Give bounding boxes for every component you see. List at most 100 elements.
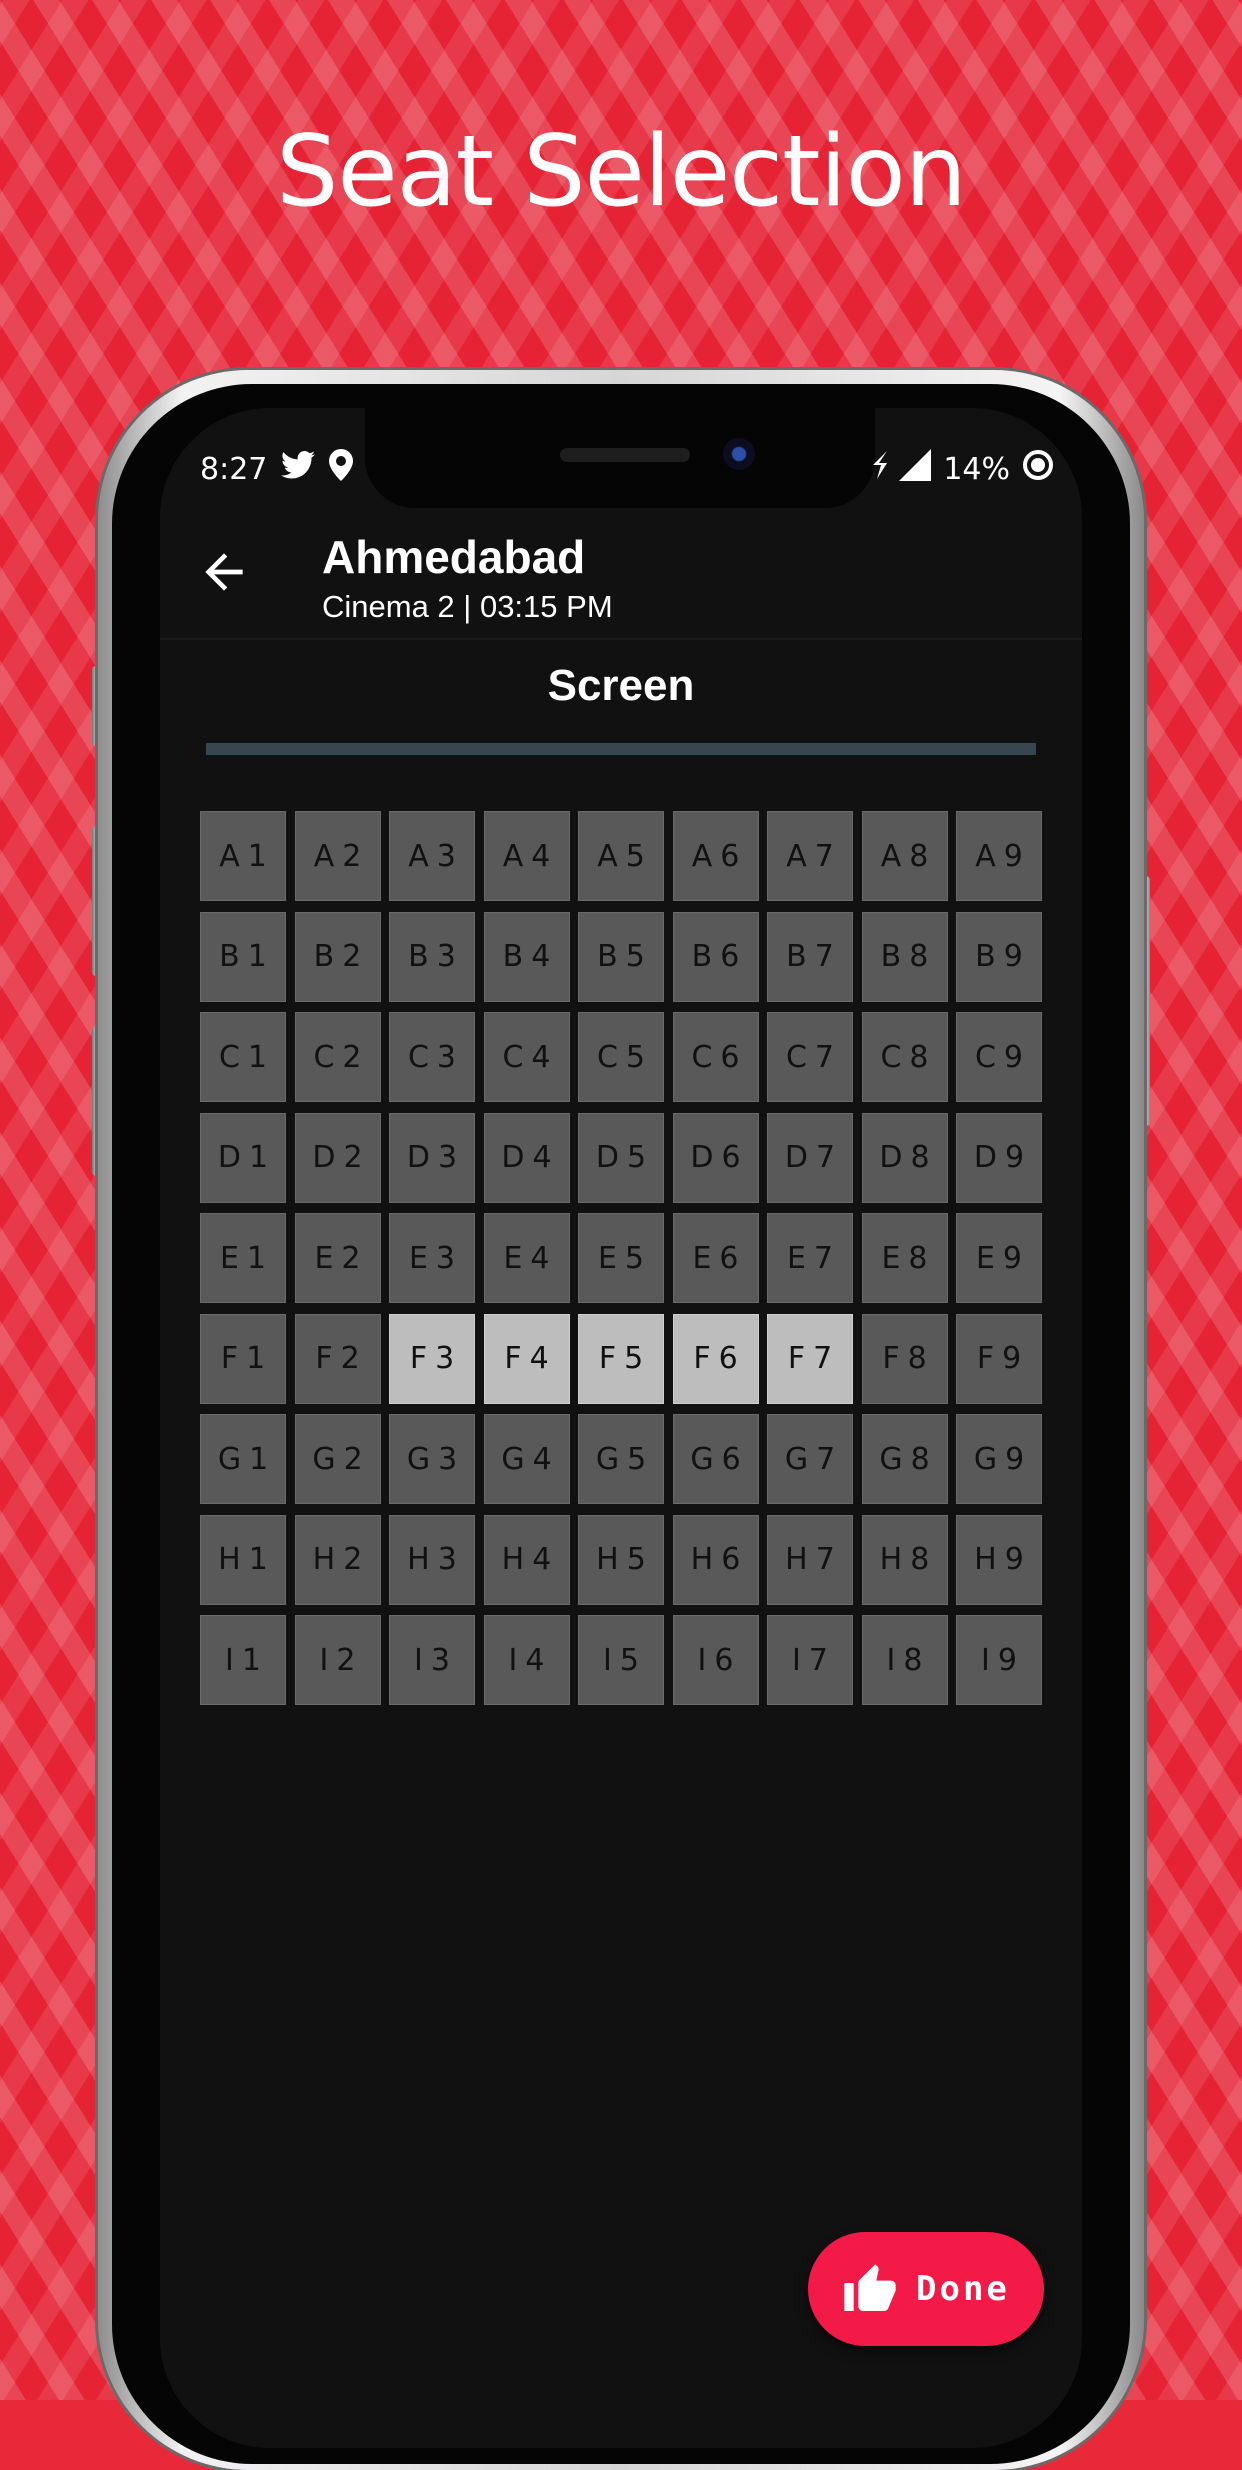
seat-e6[interactable]: E6 [672,1213,759,1303]
cell-signal-icon [899,448,932,492]
seat-g1[interactable]: G1 [200,1414,286,1504]
battery-percent: 14% [943,452,1010,487]
seat-a8[interactable]: A8 [861,811,948,901]
seat-a1[interactable]: A1 [200,811,286,901]
seat-a2[interactable]: A2 [294,811,381,901]
page-title: Ahmedabad [322,531,586,583]
seat-f6[interactable]: F6 [672,1313,759,1404]
seat-a3[interactable]: A3 [389,811,475,901]
seat-f5[interactable]: F5 [578,1313,664,1404]
seat-f9[interactable]: F9 [956,1313,1042,1404]
seat-d1[interactable]: D1 [200,1112,286,1203]
seat-grid: A1 A2 A3 A4 A5 A6 A7 A8 A9 B1 B2 B3 B4 B5 B6 B7 B8 B9 C1 C2… [200,811,1044,1705]
seat-g2[interactable]: G2 [294,1414,381,1504]
seat-g4[interactable]: G4 [483,1414,570,1504]
seat-f8[interactable]: F8 [861,1313,948,1404]
seat-g7[interactable]: G7 [767,1414,853,1504]
seat-a5[interactable]: A5 [578,811,664,901]
seat-c2[interactable]: C2 [294,1012,381,1102]
seat-i8[interactable]: I8 [861,1615,948,1705]
seat-e1[interactable]: E1 [200,1213,286,1303]
promo-headline: Seat Selection [276,115,967,229]
seat-b3[interactable]: B3 [389,911,475,1002]
seat-g5[interactable]: G5 [578,1414,664,1504]
app-bar: Ahmedabad Cinema 2 | 03:15 PM [160,508,1082,640]
seat-d4[interactable]: D4 [483,1112,570,1203]
app-screen: 8:27 14% Ahmedabad Cinema 2 | 03:15 PM S… [160,408,1082,2448]
seat-d9[interactable]: D9 [956,1112,1042,1203]
status-bar-left: 8:27 [200,448,354,492]
arrow-back-icon[interactable] [196,544,252,600]
seat-h5[interactable]: H5 [578,1514,664,1605]
seat-c8[interactable]: C8 [861,1012,948,1102]
seat-h4[interactable]: H4 [483,1514,570,1605]
seat-d6[interactable]: D6 [672,1112,759,1203]
seat-f2[interactable]: F2 [294,1313,381,1404]
seat-i4[interactable]: I4 [483,1615,570,1705]
seat-b5[interactable]: B5 [578,911,664,1002]
seat-f4[interactable]: F4 [483,1313,570,1404]
seat-h6[interactable]: H6 [672,1514,759,1605]
seat-i6[interactable]: I6 [672,1615,759,1705]
seat-e7[interactable]: E7 [767,1213,853,1303]
seat-e3[interactable]: E3 [389,1213,475,1303]
seat-b9[interactable]: B9 [956,911,1042,1002]
location-pin-icon [329,448,354,492]
seat-a4[interactable]: A4 [483,811,570,901]
seat-c9[interactable]: C9 [956,1012,1042,1102]
speaker-grille [560,448,690,462]
seat-a9[interactable]: A9 [956,811,1042,901]
seat-i9[interactable]: I9 [956,1615,1042,1705]
seat-i3[interactable]: I3 [389,1615,475,1705]
seat-e9[interactable]: E9 [956,1213,1042,1303]
front-camera [723,438,755,470]
seat-i7[interactable]: I7 [767,1615,853,1705]
seat-b4[interactable]: B4 [483,911,570,1002]
seat-e4[interactable]: E4 [483,1213,570,1303]
seat-g9[interactable]: G9 [956,1414,1042,1504]
seat-i5[interactable]: I5 [578,1615,664,1705]
seat-c3[interactable]: C3 [389,1012,475,1102]
seat-h3[interactable]: H3 [389,1514,475,1605]
seat-b6[interactable]: B6 [672,911,759,1002]
done-button[interactable]: Done [808,2232,1044,2346]
seat-c7[interactable]: C7 [767,1012,853,1102]
seat-c5[interactable]: C5 [578,1012,664,1102]
seat-f7[interactable]: F7 [767,1313,853,1404]
seat-e2[interactable]: E2 [294,1213,381,1303]
seat-i1[interactable]: I1 [200,1615,286,1705]
seat-b8[interactable]: B8 [861,911,948,1002]
seat-b7[interactable]: B7 [767,911,853,1002]
seat-b2[interactable]: B2 [294,911,381,1002]
seat-g6[interactable]: G6 [672,1414,759,1504]
seat-a7[interactable]: A7 [767,811,853,901]
seat-d2[interactable]: D2 [294,1112,381,1203]
status-time: 8:27 [200,452,268,487]
seat-d3[interactable]: D3 [389,1112,475,1203]
done-button-label: Done [916,2269,1010,2309]
seat-a6[interactable]: A6 [672,811,759,901]
seat-e8[interactable]: E8 [861,1213,948,1303]
seat-h1[interactable]: H1 [200,1514,286,1605]
seat-c6[interactable]: C6 [672,1012,759,1102]
seat-h2[interactable]: H2 [294,1514,381,1605]
battery-icon [1022,449,1054,492]
seat-h9[interactable]: H9 [956,1514,1042,1605]
seat-e5[interactable]: E5 [578,1213,664,1303]
seat-i2[interactable]: I2 [294,1615,381,1705]
seat-f3[interactable]: F3 [389,1313,475,1404]
seat-g8[interactable]: G8 [861,1414,948,1504]
data-saver-icon [873,450,888,490]
seat-h8[interactable]: H8 [861,1514,948,1605]
phone-notch [365,408,875,508]
cinema-screen-bar [206,743,1036,755]
seat-d5[interactable]: D5 [578,1112,664,1203]
seat-d8[interactable]: D8 [861,1112,948,1203]
seat-c1[interactable]: C1 [200,1012,286,1102]
seat-d7[interactable]: D7 [767,1112,853,1203]
seat-b1[interactable]: B1 [200,911,286,1002]
seat-g3[interactable]: G3 [389,1414,475,1504]
seat-c4[interactable]: C4 [483,1012,570,1102]
seat-h7[interactable]: H7 [767,1514,853,1605]
seat-f1[interactable]: F1 [200,1313,286,1404]
